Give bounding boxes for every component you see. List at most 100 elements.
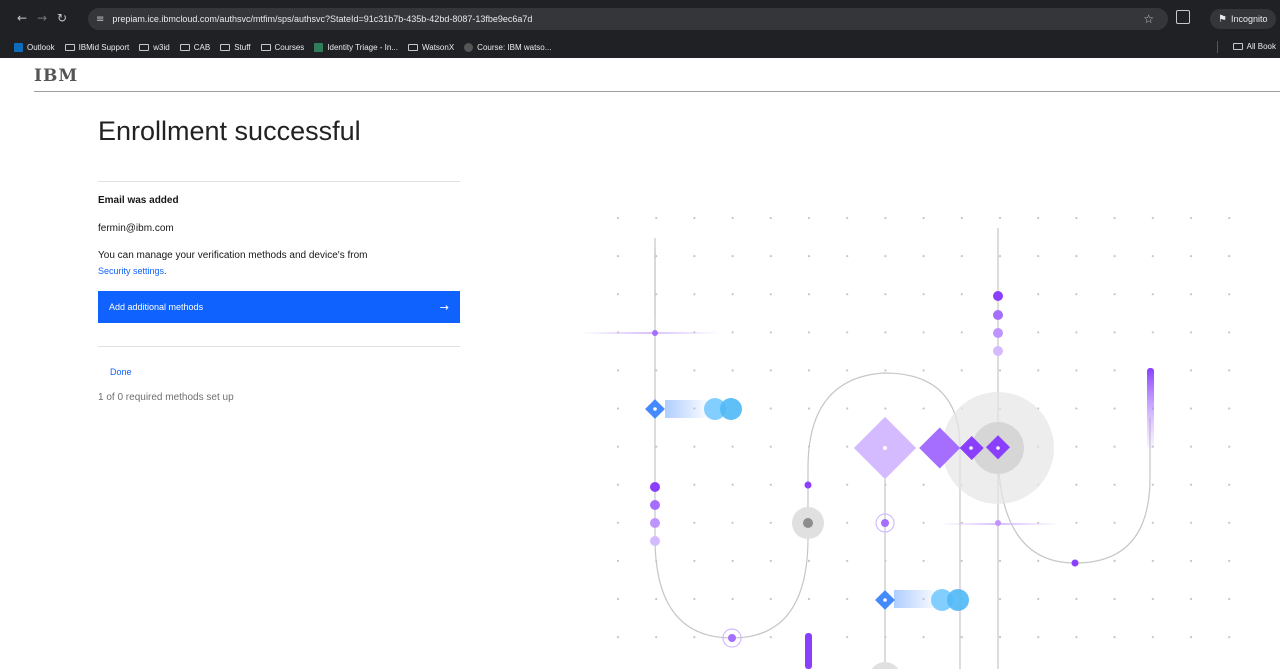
purple-bar-shape — [1147, 368, 1154, 448]
address-bar[interactable]: ≡ prepiam.ice.ibmcloud.com/authsvc/mtfim… — [88, 8, 1168, 30]
grid-dot — [998, 216, 1002, 220]
grid-dot — [616, 521, 620, 524]
grid-dot — [846, 559, 849, 562]
grid-dot — [1228, 216, 1231, 220]
grid-dot — [1228, 597, 1231, 601]
bookmarks-bar: Outlook IBMid Support w3id CAB Stuff Cou… — [0, 36, 1280, 58]
grid-dot — [769, 293, 772, 296]
grid-dot — [884, 407, 887, 410]
grid-dot — [807, 369, 811, 372]
back-arrow-icon[interactable]: ← — [12, 11, 32, 25]
glow-line — [580, 332, 720, 334]
bookmark-stuff[interactable]: Stuff — [220, 43, 251, 52]
grid-dot — [1189, 483, 1193, 486]
url-text[interactable]: prepiam.ice.ibmcloud.com/authsvc/mtfim/s… — [112, 14, 532, 24]
ring-node-center — [728, 634, 736, 642]
grid-dot — [1189, 559, 1193, 562]
grid-dot — [960, 636, 963, 639]
folder-icon — [139, 43, 150, 51]
grid-dot — [1037, 369, 1040, 372]
bookmark-course-ibm-watson[interactable]: Course: IBM watso... — [464, 42, 552, 52]
grid-dot — [1075, 483, 1078, 486]
cyan-circle — [947, 589, 969, 611]
reload-icon[interactable]: ↻ — [52, 11, 72, 25]
purple-dot — [993, 291, 1003, 301]
grid-dot — [1037, 559, 1040, 562]
grid-dot — [846, 216, 849, 220]
grid-dot — [1228, 483, 1231, 486]
grid-dot — [769, 369, 772, 372]
grid-dot — [1189, 521, 1193, 524]
grid-dot — [693, 369, 696, 372]
grid-dot — [807, 293, 811, 296]
grid-dot — [1075, 407, 1078, 410]
grid-dot — [616, 407, 620, 410]
add-button-label: Add additional methods — [109, 302, 204, 312]
all-bookmarks[interactable]: All Book — [1232, 42, 1276, 51]
grid-dot — [807, 255, 811, 258]
incognito-badge[interactable]: ⚑ Incognito — [1210, 9, 1276, 29]
grid-dot — [922, 293, 925, 296]
grid-dot — [998, 636, 1002, 639]
ibm-logo: IBM — [34, 66, 79, 86]
grid-dot — [731, 293, 734, 296]
grid-dot — [1075, 597, 1078, 601]
grid-dot — [693, 597, 696, 601]
grid-dot — [807, 407, 811, 410]
grid-dot — [616, 369, 620, 372]
bookmark-star-icon[interactable]: ☆ — [1143, 12, 1154, 26]
grid-dot — [998, 597, 1002, 601]
grid-dot — [846, 255, 849, 258]
grid-dot — [846, 445, 849, 448]
add-additional-methods-button[interactable]: Add additional methods → — [98, 291, 460, 323]
grid-dot — [922, 636, 925, 639]
done-link[interactable]: Done — [110, 367, 132, 377]
grid-dot — [960, 559, 963, 562]
purple-bar-shape — [805, 633, 812, 669]
page-content: IBM Enrollment successful Email was adde… — [0, 58, 1280, 669]
site-info-icon[interactable]: ≡ — [96, 14, 104, 25]
grid-dot — [922, 407, 925, 410]
security-settings-link[interactable]: Security settings — [98, 266, 164, 276]
bookmark-ibmid-support[interactable]: IBMid Support — [64, 43, 129, 52]
grid-dot — [769, 445, 772, 448]
grid-dot — [1228, 369, 1231, 372]
grid-dot — [1113, 216, 1116, 220]
grid-dot — [1075, 521, 1078, 524]
methods-status-text: 1 of 0 required methods set up — [98, 392, 234, 403]
purple-dot — [652, 330, 658, 336]
grid-dot — [807, 559, 811, 562]
bookmark-outlook[interactable]: Outlook — [14, 42, 55, 52]
grid-dot — [731, 369, 734, 372]
grid-dot — [1151, 483, 1154, 486]
incognito-icon: ⚑ — [1218, 13, 1227, 25]
bookmark-w3id[interactable]: w3id — [139, 43, 170, 52]
grid-dot — [1228, 255, 1231, 258]
grid-dot — [846, 293, 849, 296]
grid-dot — [731, 521, 734, 524]
blue-trail — [665, 400, 710, 418]
grid-dot — [693, 293, 696, 296]
email-value: fermin@ibm.com — [98, 223, 174, 234]
bookmark-label: Course: IBM watso... — [477, 42, 552, 52]
grid-dot — [960, 331, 963, 334]
security-suffix: . — [164, 266, 167, 276]
bookmark-watsonx[interactable]: WatsonX — [408, 43, 454, 52]
bookmark-identity-triage[interactable]: Identity Triage - In... — [314, 42, 398, 52]
forward-arrow-icon[interactable]: → — [32, 11, 52, 25]
grid-dot — [769, 331, 772, 334]
grid-dot — [769, 483, 772, 486]
grid-dot — [769, 521, 772, 524]
grid-dot — [1075, 636, 1078, 639]
bookmark-courses[interactable]: Courses — [260, 43, 304, 52]
grid-dot — [1228, 293, 1231, 296]
grid-dot — [922, 255, 925, 258]
bookmark-cab[interactable]: CAB — [179, 43, 210, 52]
section-divider — [98, 181, 460, 182]
grid-dot — [693, 255, 696, 258]
purple-dot — [995, 520, 1001, 526]
grid-dot — [1113, 521, 1116, 524]
grid-dot — [1113, 331, 1116, 334]
extensions-icon[interactable] — [1176, 10, 1190, 24]
grid-dot — [1075, 293, 1078, 296]
